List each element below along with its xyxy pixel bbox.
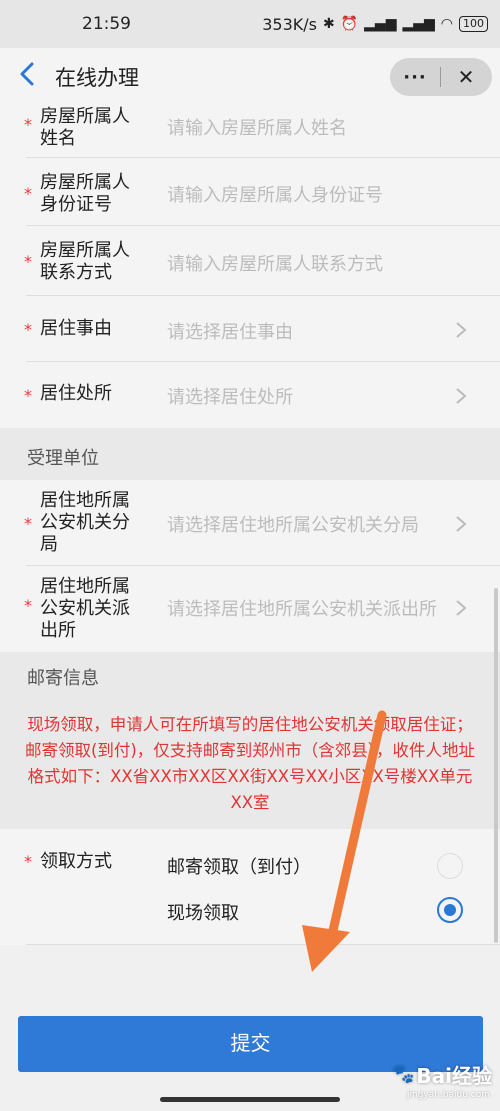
owner-contact-row: * 房屋所属人联系方式 请输入房屋所属人联系方式 [0, 226, 500, 296]
pickup-method-row: * 领取方式 邮寄领取（到付） 现场领取 [0, 829, 500, 945]
mini-program-capsule: ··· ✕ [390, 58, 492, 96]
owner-name-input[interactable]: 请输入房屋所属人姓名 [167, 114, 347, 140]
reason-row[interactable]: * 居住事由 请选择居住事由 [0, 296, 500, 362]
scrollbar[interactable] [494, 588, 498, 943]
required-marker: * [24, 184, 32, 203]
page-title: 在线办理 [55, 66, 139, 90]
chevron-right-icon [456, 388, 467, 404]
owner-name-label: 房屋所属人姓名 [40, 106, 130, 149]
home-indicator [160, 1097, 340, 1102]
required-marker: * [24, 852, 32, 871]
required-marker: * [24, 514, 32, 533]
required-marker: * [24, 320, 32, 339]
owner-id-label: 房屋所属人身份证号 [40, 172, 130, 215]
section-title-mailing: 邮寄信息 [0, 652, 500, 702]
paw-logo-icon: 🐾 [391, 1064, 415, 1085]
required-marker: * [24, 252, 32, 271]
battery-icon: 100 [459, 16, 488, 32]
watermark-url: jingyan.baidu.com [406, 1090, 490, 1100]
pickup-method-label: 领取方式 [40, 851, 112, 872]
alarm-icon: ⏰ [340, 16, 359, 32]
required-marker: * [24, 115, 32, 134]
residence-row[interactable]: * 居住处所 请选择居住处所 [0, 362, 500, 428]
pickup-option-onsite-label[interactable]: 现场领取 [167, 899, 239, 925]
owner-contact-input[interactable]: 请输入房屋所属人联系方式 [167, 250, 383, 276]
bluetooth-icon: ✱ [322, 16, 335, 32]
close-button[interactable]: ✕ [441, 65, 491, 89]
more-options-button[interactable]: ··· [390, 67, 440, 88]
branch-label: 居住地所属公安机关分局 [40, 490, 130, 555]
status-icons: 353K/s ✱ ⏰ ▂▄▆ ▂▄▆ ◠ 100 [262, 15, 488, 34]
branch-select[interactable]: 请选择居住地所属公安机关分局 [167, 511, 419, 537]
owner-id-row: * 房屋所属人身份证号 请输入房屋所属人身份证号 [0, 158, 500, 226]
status-time: 21:59 [82, 14, 131, 34]
network-speed: 353K/s [262, 14, 317, 34]
reason-label: 居住事由 [40, 318, 112, 339]
section-title-accepting-unit: 受理单位 [0, 428, 500, 480]
owner-id-input[interactable]: 请输入房屋所属人身份证号 [167, 181, 383, 207]
station-row[interactable]: * 居住地所属公安机关派出所 请选择居住地所属公安机关派出所 [0, 566, 500, 652]
station-select[interactable]: 请选择居住地所属公安机关派出所 [167, 595, 460, 621]
residence-select[interactable]: 请选择居住处所 [167, 383, 293, 409]
back-arrow-icon[interactable] [14, 60, 42, 88]
chevron-right-icon [456, 322, 467, 338]
chevron-right-icon [456, 600, 467, 616]
signal-icon-2: ▂▄▆ [402, 16, 435, 32]
owner-name-row: * 房屋所属人姓名 请输入房屋所属人姓名 [0, 104, 500, 158]
pickup-option-mail-label[interactable]: 邮寄领取（到付） [167, 853, 311, 879]
owner-contact-label: 房屋所属人联系方式 [40, 240, 130, 283]
wifi-icon: ◠ [440, 16, 453, 32]
station-label: 居住地所属公安机关派出所 [40, 576, 130, 641]
nav-bar: 在线办理 ··· ✕ [0, 48, 500, 104]
status-bar: 21:59 353K/s ✱ ⏰ ▂▄▆ ▂▄▆ ◠ 100 [0, 0, 500, 48]
chevron-right-icon [456, 516, 467, 532]
pickup-option-onsite-radio[interactable] [437, 897, 463, 923]
baidu-watermark: 🐾 Bai经验 [392, 1060, 492, 1089]
watermark-text: Bai经验 [416, 1064, 492, 1088]
required-marker: * [24, 596, 32, 615]
residence-label: 居住处所 [40, 383, 112, 404]
pickup-option-mail-radio[interactable] [437, 853, 463, 879]
reason-select[interactable]: 请选择居住事由 [167, 318, 293, 344]
mailing-notice: 现场领取，申请人可在所填写的居住地公安机关领取居住证；邮寄领取(到付)，仅支持邮… [0, 702, 500, 829]
branch-row[interactable]: * 居住地所属公安机关分局 请选择居住地所属公安机关分局 [0, 480, 500, 566]
required-marker: * [24, 386, 32, 405]
signal-icon: ▂▄▆ [364, 16, 397, 32]
